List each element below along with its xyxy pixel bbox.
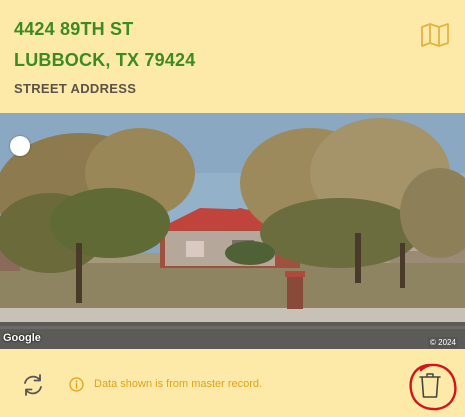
- address-line-2: LUBBOCK, TX 79424: [14, 50, 196, 70]
- info-message: Data shown is from master record.: [94, 378, 263, 390]
- delete-button[interactable]: [418, 370, 442, 400]
- google-attribution: Google: [3, 332, 41, 344]
- info-icon: [69, 377, 84, 392]
- address-header: 4424 89TH ST LUBBOCK, TX 79424 STREET AD…: [0, 0, 465, 113]
- map-button[interactable]: [419, 22, 451, 48]
- street-view-image[interactable]: [0, 113, 465, 349]
- property-card: 4424 89TH ST LUBBOCK, TX 79424 STREET AD…: [0, 0, 465, 417]
- street-view-scene: [0, 113, 465, 349]
- map-icon: [421, 23, 449, 47]
- trash-icon: [419, 373, 441, 398]
- refresh-icon: [24, 374, 42, 396]
- address-line-1: 4424 89TH ST: [14, 19, 134, 39]
- address-type-label: STREET ADDRESS: [14, 81, 137, 96]
- view-toggle-handle[interactable]: [10, 136, 30, 156]
- refresh-button[interactable]: [20, 372, 46, 398]
- copyright-label: © 2024: [428, 337, 458, 348]
